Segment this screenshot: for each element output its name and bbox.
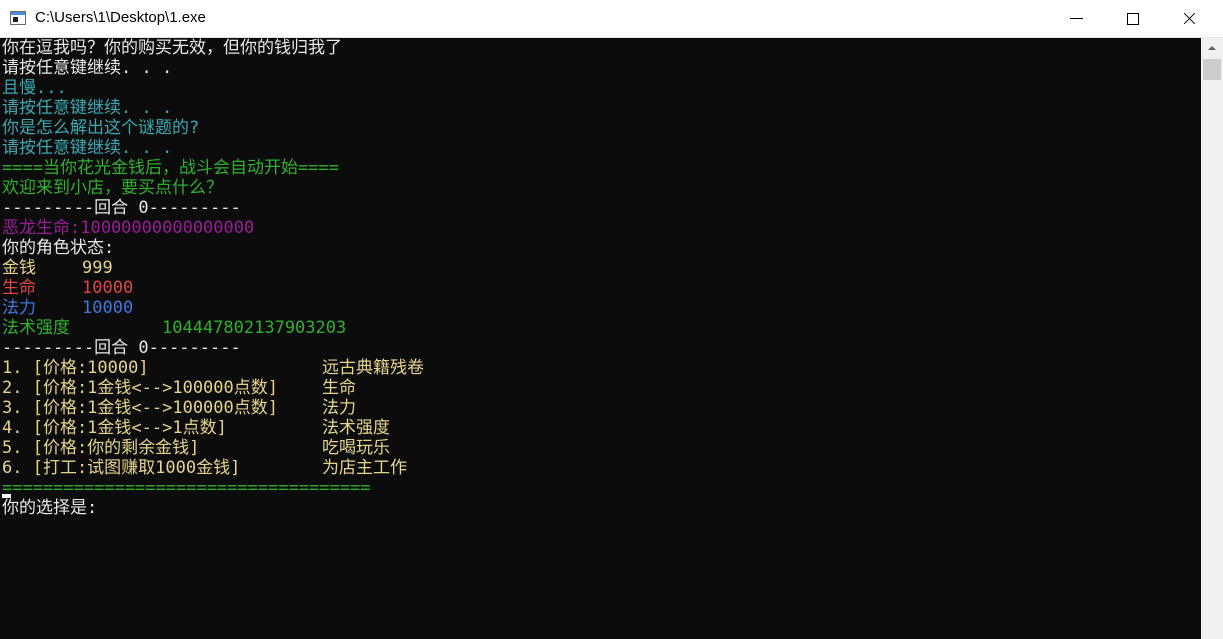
console-text-segment: 生命 bbox=[322, 378, 356, 398]
console-text-segment: 10000 bbox=[82, 278, 134, 298]
console-output[interactable]: 你在逗我吗？你的购买无效，但你的钱归我了 请按任意键继续. . . 且慢... 请按任… bbox=[0, 38, 1201, 639]
console-text-segment: 请按任意键继续. . . bbox=[2, 138, 173, 158]
window-title: C:\Users\1\Desktop\1.exe bbox=[35, 9, 206, 26]
console-text-segment: 5. [价格:你的剩余金钱] bbox=[2, 438, 200, 458]
console-line: 5. [价格:你的剩余金钱] 吃喝玩乐 bbox=[2, 438, 390, 458]
console-line: 生命 10000 bbox=[2, 278, 133, 298]
console-line: ====当你花光金钱后，战斗会自动开始==== bbox=[2, 158, 339, 178]
console-line: 请按任意键继续. . . bbox=[2, 58, 172, 78]
minimize-button[interactable] bbox=[1054, 0, 1100, 38]
console-text-segment: 你的角色状态: bbox=[2, 238, 115, 258]
console-app-icon bbox=[10, 11, 26, 25]
console-text-segment: ---------回合 0--------- bbox=[2, 338, 241, 358]
console-text-segment: 欢迎来到小店，要买点什么？ bbox=[2, 178, 223, 198]
console-text-segment: 你的选择是: bbox=[2, 498, 98, 518]
console-line: 且慢... bbox=[2, 78, 67, 98]
console-text-segment: 3. [价格:1金钱<-->100000点数] bbox=[2, 398, 278, 418]
console-line: 金钱 999 bbox=[2, 258, 113, 278]
console-text-segment: 且慢... bbox=[2, 78, 67, 98]
maximize-button[interactable] bbox=[1110, 0, 1156, 38]
console-line: ==================================== bbox=[2, 478, 370, 498]
console-text-segment: 你在逗我吗？你的购买无效，但你的钱归我了 bbox=[2, 38, 342, 58]
console-line: 法术强度 104447802137903203 bbox=[2, 318, 346, 338]
console-line: 请按任意键继续. . . bbox=[2, 138, 172, 158]
console-text-segment: 2. [价格:1金钱<-->100000点数] bbox=[2, 378, 278, 398]
vertical-scrollbar[interactable] bbox=[1201, 38, 1223, 639]
console-text-segment: ==================================== bbox=[2, 478, 371, 498]
console-text-segment: 法术强度 bbox=[322, 418, 390, 438]
console-text-segment: ---------回合 0--------- bbox=[2, 198, 241, 218]
title-bar[interactable]: C:\Users\1\Desktop\1.exe bbox=[0, 0, 1223, 38]
console-text-segment: 4. [价格:1金钱<-->1点数] bbox=[2, 418, 227, 438]
console-window: C:\Users\1\Desktop\1.exe 你在逗我吗？你的购买无效，但你… bbox=[0, 0, 1223, 639]
console-text-segment: 法术强度 bbox=[2, 318, 70, 338]
console-line: 你是怎么解出这个谜题的? bbox=[2, 118, 199, 138]
console-line: 1. [价格:10000] 远古典籍残卷 bbox=[2, 358, 424, 378]
console-line: 4. [价格:1金钱<-->1点数] 法术强度 bbox=[2, 418, 390, 438]
console-text-segment: 10000 bbox=[82, 298, 134, 318]
scrollbar-thumb[interactable] bbox=[1203, 59, 1221, 80]
console-text-segment: 远古典籍残卷 bbox=[322, 358, 424, 378]
console-text-segment: 法力 bbox=[2, 298, 36, 318]
console-line: 欢迎来到小店，要买点什么？ bbox=[2, 178, 223, 198]
console-text-segment: 恶龙生命:10000000000000000 bbox=[2, 218, 255, 238]
console-text-segment: 法力 bbox=[322, 398, 356, 418]
console-line: ---------回合 0--------- bbox=[2, 338, 241, 358]
console-text-segment: 6. [打工:试图赚取1000金钱] bbox=[2, 458, 241, 478]
console-text-segment: 你是怎么解出这个谜题的? bbox=[2, 118, 200, 138]
scroll-up-arrow-icon[interactable] bbox=[1201, 38, 1223, 58]
console-text-segment: 请按任意键继续. . . bbox=[2, 58, 173, 78]
console-text-segment: 生命 bbox=[2, 278, 36, 298]
console-text-segment: 吃喝玩乐 bbox=[322, 438, 390, 458]
console-line: 请按任意键继续. . . bbox=[2, 98, 172, 118]
console-text-segment: 999 bbox=[82, 258, 113, 278]
console-text-segment: ====当你花光金钱后，战斗会自动开始==== bbox=[2, 158, 339, 178]
text-cursor bbox=[2, 494, 11, 498]
console-text-segment: 1. [价格:10000] bbox=[2, 358, 149, 378]
close-button[interactable] bbox=[1166, 0, 1212, 38]
console-text-segment: 请按任意键继续. . . bbox=[2, 98, 173, 118]
console-text-segment: 为店主工作 bbox=[322, 458, 407, 478]
console-line: 6. [打工:试图赚取1000金钱] 为店主工作 bbox=[2, 458, 407, 478]
console-text-segment: 104447802137903203 bbox=[162, 318, 347, 338]
console-line: 法力 10000 bbox=[2, 298, 133, 318]
console-line: 你的角色状态: bbox=[2, 238, 114, 258]
console-line: ---------回合 0--------- bbox=[2, 198, 241, 218]
console-line: 你在逗我吗？你的购买无效，但你的钱归我了 bbox=[2, 38, 342, 58]
console-line: 你的选择是: bbox=[2, 498, 97, 518]
console-line: 恶龙生命:10000000000000000 bbox=[2, 218, 254, 238]
console-line: 2. [价格:1金钱<-->100000点数] 生命 bbox=[2, 378, 356, 398]
console-text-segment: 金钱 bbox=[2, 258, 36, 278]
console-line: 3. [价格:1金钱<-->100000点数] 法力 bbox=[2, 398, 356, 418]
